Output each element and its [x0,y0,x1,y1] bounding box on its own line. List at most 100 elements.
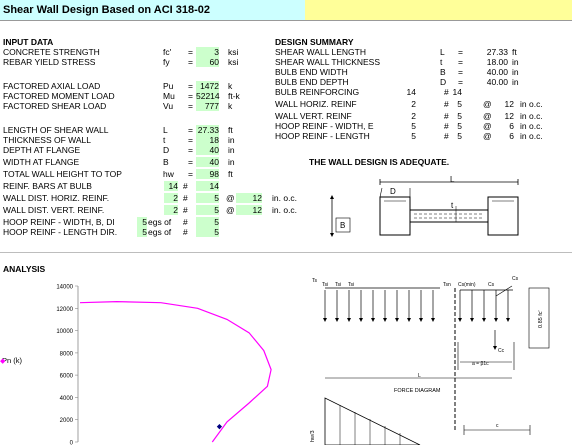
summary-reinf-spacing: 12 [504,111,514,121]
input-label: THICKNESS OF WALL [3,135,92,145]
input-value[interactable]: 40 [196,145,219,155]
reinf-unit: in. o.c. [272,205,298,215]
y-tick-label: 14000 [56,285,73,291]
input-symbol: hw [163,169,174,179]
summary-reinf-count: 2 [411,99,416,109]
reinf-bar-size[interactable]: 5 [196,193,219,203]
summary-value: 40.00 [486,77,508,87]
summary-equals: = [458,47,463,57]
title-cell-right[interactable] [305,0,572,21]
summary-reinf-hash: # [444,87,449,97]
reinf-legs-text: egs of [148,217,172,227]
summary-value: 18.00 [486,57,508,67]
reinf-bar-size[interactable]: 5 [196,217,219,227]
reinf-bar-size[interactable]: 5 [196,227,219,237]
summary-header: DESIGN SUMMARY [275,37,354,47]
y-label-marker: ◆ [0,358,6,365]
reinf-label: HOOP REINF - LENGTH DIR. [3,227,118,237]
summary-unit: in [512,57,519,67]
summary-reinf-count: 14 [406,87,416,97]
summary-symbol: L [440,47,445,57]
reinf-bar-size[interactable]: 14 [196,181,219,191]
input-value[interactable]: 40 [196,157,219,167]
summary-reinf-label: HOOP REINF - LENGTH [275,131,370,141]
summary-equals: = [458,57,463,67]
summary-unit: in [512,77,519,87]
y-tick-label: 4000 [60,396,74,402]
y-tick-label: 0 [70,441,74,445]
summary-reinf-label: HOOP REINF - WIDTH, E [275,121,374,131]
input-label: DEPTH AT FLANGE [3,145,81,155]
reinf-hash: # [183,227,188,237]
input-label: CONCRETE STRENGTH [3,47,100,57]
reinf-bar-size[interactable]: 5 [196,205,219,215]
reinf-count[interactable]: 5 [137,227,147,237]
input-unit: k [228,101,233,111]
load-point-marker: ◆ [217,423,223,430]
load-points: ◆ [217,423,223,430]
reinf-at: @ [226,193,235,203]
dim-label-L: L [450,176,455,184]
input-symbol: L [163,125,168,135]
summary-label: SHEAR WALL LENGTH [275,47,367,57]
reinf-count[interactable]: 2 [164,205,178,215]
input-label: LENGTH OF SHEAR WALL [3,125,109,135]
input-unit: in [228,135,235,145]
summary-reinf-hash: # [444,111,449,121]
input-value[interactable]: 52214 [196,91,220,101]
input-label: WIDTH AT FLANGE [3,157,80,167]
summary-reinf-spacing: 12 [504,99,514,109]
force-diagram-title: FORCE DIAGRAM [394,388,441,394]
input-equals: = [188,47,193,57]
summary-reinf-hash: # [444,121,449,131]
summary-reinf-hash: # [444,99,449,109]
summary-reinf-size: 5 [457,99,462,109]
input-unit: k [228,81,233,91]
summary-reinf-at: @ [483,111,492,121]
title-bar: Shear Wall Design Based on ACI 318-02 [0,0,572,21]
summary-reinf-label: WALL VERT. REINF [275,111,352,121]
input-equals: = [188,101,193,111]
input-value[interactable]: 18 [196,135,219,145]
input-unit: in [228,145,235,155]
input-value[interactable]: 3 [196,47,219,57]
input-label: FACTORED MOMENT LOAD [3,91,115,101]
summary-reinf-unit: in o.c. [520,99,543,109]
input-equals: = [188,135,193,145]
input-symbol: Vu [163,101,174,111]
reinf-count[interactable]: 5 [137,217,147,227]
bulb-left [379,196,411,236]
input-unit: in [228,157,235,167]
input-symbol: Mu [163,91,175,101]
reinf-count[interactable]: 14 [164,181,178,191]
input-header: INPUT DATA [3,37,54,47]
interaction-chart: 02000400060008000100001200014000 ◆ Pn (k… [0,285,272,445]
input-value[interactable]: 27.33 [196,125,219,135]
summary-reinf-size: 5 [457,131,462,141]
input-symbol: Pu [163,81,174,91]
summary-unit: ft [512,47,517,57]
input-equals: = [188,145,193,155]
input-value[interactable]: 98 [196,169,219,179]
summary-value: 40.00 [486,67,508,77]
sheet-title: Shear Wall Design Based on ACI 318-02 [3,4,211,16]
reinf-hash: # [183,205,188,215]
input-value[interactable]: 777 [196,101,219,111]
summary-reinf-count: 5 [411,121,416,131]
verdict-text: THE WALL DESIGN IS ADEQUATE. [309,157,450,167]
input-symbol: fy [163,57,170,67]
reinf-spacing[interactable]: 12 [236,193,262,203]
input-value[interactable]: 60 [196,57,219,67]
y-tick-label: 8000 [60,351,74,357]
summary-symbol: D [440,77,447,87]
reinf-spacing[interactable]: 12 [236,205,262,215]
reinf-count[interactable]: 2 [164,193,178,203]
input-value[interactable]: 1472 [196,81,219,91]
input-unit: ksi [228,57,239,67]
fd-label-csmin: Cs(min) [458,282,476,288]
fd-label-tsi-3: Tsi [348,282,354,288]
summary-reinf-spacing: 6 [509,131,514,141]
summary-equals: = [458,77,463,87]
reinf-hash: # [183,217,188,227]
summary-reinf-unit: in o.c. [520,111,543,121]
